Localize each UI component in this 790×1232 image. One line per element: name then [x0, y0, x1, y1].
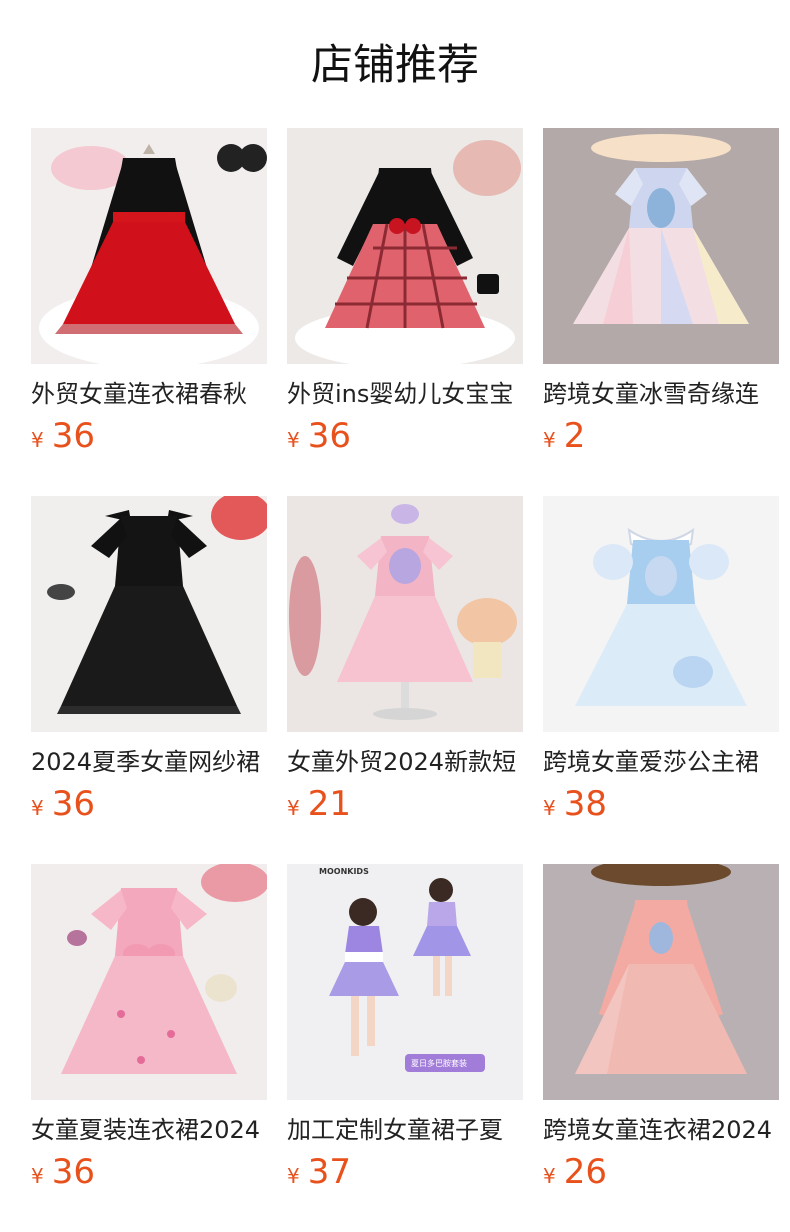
currency-symbol: ¥ [31, 796, 44, 820]
ad-brand-text: MOONKIDS [319, 867, 369, 876]
currency-symbol: ¥ [287, 428, 300, 452]
product-name[interactable]: 跨境女童冰雪奇缘连 [543, 378, 779, 410]
price-value: 2 [563, 416, 586, 456]
product-name[interactable]: 女童夏装连衣裙2024 [31, 1114, 267, 1146]
product-image[interactable] [543, 496, 779, 732]
currency-symbol: ¥ [287, 1164, 300, 1188]
product-card[interactable]: 跨境女童爱莎公主裙 ¥38 [543, 496, 779, 864]
price-value: 36 [51, 1152, 95, 1192]
price-value: 26 [563, 1152, 607, 1192]
price-value: 21 [307, 784, 351, 824]
product-card[interactable]: MOONKIDS 夏日多巴胺套装 加工定制女童裙子夏 ¥37 [287, 864, 523, 1232]
product-card[interactable]: 跨境女童冰雪奇缘连 ¥2 [543, 128, 779, 496]
ad-badge-text: 夏日多巴胺套装 [411, 1058, 467, 1068]
price-value: 37 [307, 1152, 351, 1192]
price-value: 36 [307, 416, 351, 456]
page-title: 店铺推荐 [310, 40, 479, 89]
product-card[interactable]: 跨境女童连衣裙2024 ¥26 [543, 864, 779, 1232]
product-image[interactable] [31, 496, 267, 732]
currency-symbol: ¥ [543, 796, 556, 820]
currency-symbol: ¥ [31, 428, 44, 452]
product-name[interactable]: 跨境女童爱莎公主裙 [543, 746, 779, 778]
product-image[interactable] [287, 128, 523, 364]
product-price: ¥37 [287, 1152, 351, 1192]
product-image[interactable] [287, 496, 523, 732]
product-price: ¥38 [543, 784, 607, 824]
product-name[interactable]: 外贸ins婴幼儿女宝宝 [287, 378, 523, 410]
currency-symbol: ¥ [543, 1164, 556, 1188]
currency-symbol: ¥ [543, 428, 556, 452]
currency-symbol: ¥ [31, 1164, 44, 1188]
product-card[interactable]: 女童外贸2024新款短 ¥21 [287, 496, 523, 864]
product-card[interactable]: 2024夏季女童网纱裙 ¥36 [31, 496, 267, 864]
price-value: 36 [51, 416, 95, 456]
product-name[interactable]: 加工定制女童裙子夏 [287, 1114, 523, 1146]
product-image[interactable] [543, 864, 779, 1100]
product-name[interactable]: 跨境女童连衣裙2024 [543, 1114, 779, 1146]
product-image[interactable] [543, 128, 779, 364]
product-card[interactable]: 外贸女童连衣裙春秋 ¥36 [31, 128, 267, 496]
price-value: 36 [51, 784, 95, 824]
product-price: ¥26 [543, 1152, 607, 1192]
product-price: ¥21 [287, 784, 351, 824]
product-name[interactable]: 2024夏季女童网纱裙 [31, 746, 267, 778]
product-price: ¥36 [31, 1152, 95, 1192]
product-price: ¥36 [31, 784, 95, 824]
product-image[interactable] [31, 128, 267, 364]
product-grid: 外贸女童连衣裙春秋 ¥36 外贸ins婴幼儿女宝宝 ¥36 跨境女童冰雪奇缘连 … [31, 128, 779, 1232]
currency-symbol: ¥ [287, 796, 300, 820]
product-price: ¥2 [543, 416, 585, 456]
product-image[interactable] [31, 864, 267, 1100]
product-price: ¥36 [31, 416, 95, 456]
product-card[interactable]: 女童夏装连衣裙2024 ¥36 [31, 864, 267, 1232]
product-card[interactable]: 外贸ins婴幼儿女宝宝 ¥36 [287, 128, 523, 496]
product-image[interactable]: MOONKIDS 夏日多巴胺套装 [287, 864, 523, 1100]
product-price: ¥36 [287, 416, 351, 456]
product-name[interactable]: 女童外贸2024新款短 [287, 746, 523, 778]
price-value: 38 [563, 784, 607, 824]
product-name[interactable]: 外贸女童连衣裙春秋 [31, 378, 267, 410]
